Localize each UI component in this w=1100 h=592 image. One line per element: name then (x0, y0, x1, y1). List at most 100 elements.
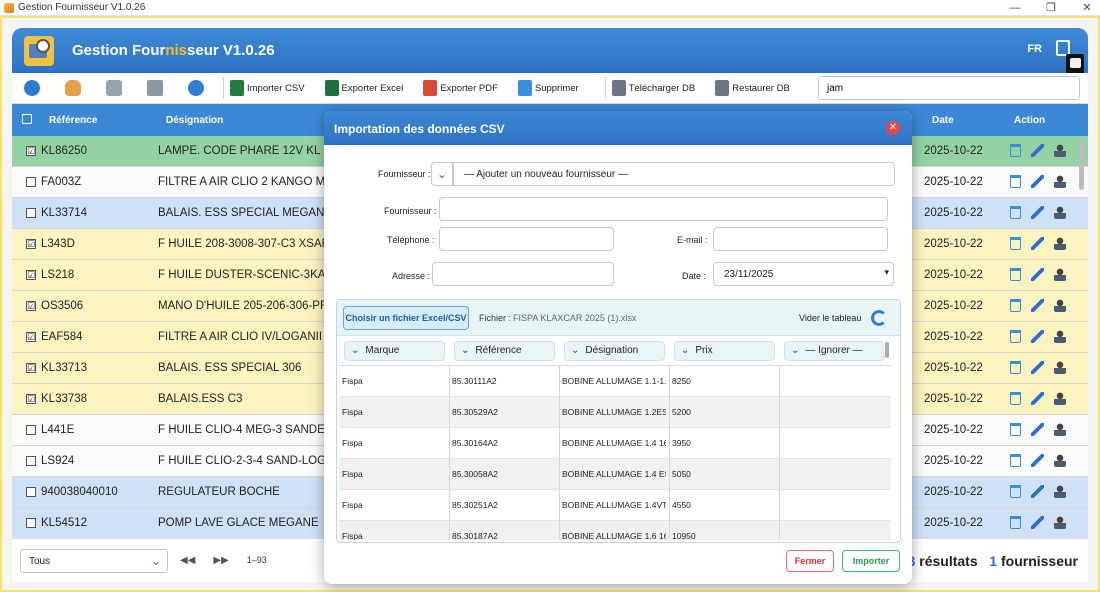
edit-icon[interactable] (1031, 423, 1044, 436)
dots-icon[interactable] (1069, 58, 1081, 68)
row-checkbox[interactable] (26, 518, 36, 528)
clear-table-button[interactable]: Vider le tableau (799, 313, 861, 323)
undo-icon[interactable] (106, 80, 122, 96)
delete-button[interactable]: Supprimer (517, 80, 579, 96)
supplier-select[interactable]: — Ajouter un nouveau fournisseur — (453, 162, 895, 186)
trash-icon[interactable] (1010, 423, 1021, 436)
user-icon[interactable] (1054, 392, 1066, 405)
next-page-button[interactable]: ▶▶ (213, 555, 228, 566)
column-mapping-select[interactable]: ⌄ Prix (674, 341, 775, 361)
col-reference[interactable]: Référence (49, 115, 97, 126)
restore-db-button[interactable]: Restaurer DB (715, 80, 790, 96)
row-checkbox[interactable] (26, 177, 36, 187)
user-icon[interactable] (1054, 516, 1066, 529)
app-header: Gestion Fournisseur V1.0.26 FR (12, 28, 1088, 73)
cancel-button[interactable]: Fermer (786, 550, 834, 572)
row-checkbox[interactable]: ☑ (26, 270, 36, 280)
select-all-checkbox[interactable] (22, 114, 32, 124)
import-csv-button[interactable]: Importer CSV (230, 80, 305, 96)
trash-icon[interactable] (1010, 361, 1021, 374)
user-icon[interactable] (1054, 175, 1066, 188)
close-dialog-button[interactable]: ✕ (886, 121, 900, 135)
email-input[interactable] (713, 227, 888, 251)
export-excel-button[interactable]: Exporter Excel (324, 80, 403, 96)
maximize-button[interactable]: ❐ (1044, 0, 1058, 16)
grid-scrollbar[interactable] (885, 342, 889, 358)
user-icon[interactable] (1054, 268, 1066, 281)
user-icon[interactable] (1054, 330, 1066, 343)
row-checkbox[interactable] (26, 425, 36, 435)
row-checkbox[interactable]: ☑ (26, 301, 36, 311)
download-db-button[interactable]: Télécharger DB (611, 80, 695, 96)
col-date[interactable]: Date (932, 115, 954, 126)
edit-icon[interactable] (1031, 299, 1044, 312)
refresh-icon[interactable] (871, 310, 887, 326)
row-checkbox[interactable] (26, 487, 36, 497)
supplier-name-input[interactable] (439, 197, 888, 221)
edit-icon[interactable] (1031, 268, 1044, 281)
edit-icon[interactable] (1031, 485, 1044, 498)
edit-icon[interactable] (1031, 237, 1044, 250)
trash-icon[interactable] (1010, 454, 1021, 467)
import-button[interactable]: Importer (842, 550, 900, 572)
table-scrollbar[interactable] (1079, 140, 1084, 190)
column-mapping-select[interactable]: ⌄ Désignation (564, 341, 665, 361)
user-icon[interactable] (1054, 237, 1066, 250)
row-checkbox[interactable]: ☑ (26, 239, 36, 249)
row-checkbox[interactable]: ☑ (26, 363, 36, 373)
row-checkbox[interactable]: ☑ (26, 146, 36, 156)
trash-icon[interactable] (1010, 237, 1021, 250)
column-mapping-select[interactable]: ⌄ Référence (454, 341, 555, 361)
filter-select[interactable]: Tous ⌄ (20, 549, 168, 573)
date-picker[interactable]: 23/11/2025 ▾ (713, 262, 894, 286)
add-icon[interactable] (24, 80, 40, 96)
minimize-button[interactable]: — (1008, 0, 1022, 16)
trash-icon[interactable] (1010, 392, 1021, 405)
edit-icon[interactable] (1031, 516, 1044, 529)
user-icon[interactable] (1054, 206, 1066, 219)
edit-icon[interactable] (1031, 144, 1044, 157)
row-checkbox[interactable] (26, 456, 36, 466)
user-icon[interactable] (1054, 144, 1066, 157)
trash-icon[interactable] (1010, 330, 1021, 343)
csv-cell: BOBINE ALLUMAGE 1.2ESS... (562, 407, 666, 417)
prev-page-button[interactable]: ◀◀ (180, 555, 195, 566)
edit-icon[interactable] (1031, 175, 1044, 188)
save-icon[interactable] (147, 80, 163, 96)
user-icon[interactable] (1054, 485, 1066, 498)
user-icon[interactable] (1054, 361, 1066, 374)
column-mapping-select[interactable]: ⌄ Marque (344, 341, 445, 361)
edit-icon[interactable] (1031, 454, 1044, 467)
trash-icon[interactable] (1010, 299, 1021, 312)
trash-icon[interactable] (1010, 175, 1021, 188)
search-input[interactable] (818, 76, 1080, 100)
row-checkbox[interactable]: ☑ (26, 332, 36, 342)
edit-icon[interactable] (1031, 361, 1044, 374)
trash-icon[interactable] (1010, 516, 1021, 529)
refresh-icon[interactable] (188, 80, 204, 96)
edit-icon[interactable] (1031, 330, 1044, 343)
row-checkbox[interactable]: ☑ (26, 394, 36, 404)
chevron-down-icon[interactable]: ⌄ (431, 162, 453, 186)
row-actions (1010, 237, 1066, 250)
export-pdf-button[interactable]: Exporter PDF (423, 80, 498, 96)
user-icon[interactable] (1054, 299, 1066, 312)
edit-icon[interactable] (1031, 206, 1044, 219)
trash-icon[interactable] (1010, 485, 1021, 498)
phone-input[interactable] (439, 227, 614, 251)
user-icon[interactable] (1054, 423, 1066, 436)
trash-icon[interactable] (1010, 206, 1021, 219)
edit-icon[interactable] (1031, 392, 1044, 405)
csv-cell: BOBINE ALLUMAGE 1.4 16... (562, 438, 666, 448)
trash-icon[interactable] (1010, 268, 1021, 281)
add-user-icon[interactable] (65, 80, 81, 96)
address-input[interactable] (432, 262, 614, 286)
col-designation[interactable]: Désignation (166, 115, 223, 126)
row-checkbox[interactable] (26, 208, 36, 218)
trash-icon[interactable] (1010, 144, 1021, 157)
column-mapping-select[interactable]: ⌄ — Ignorer — (784, 341, 884, 361)
user-icon[interactable] (1054, 454, 1066, 467)
choose-file-button[interactable]: Choisir un fichier Excel/CSV (343, 306, 469, 330)
close-window-button[interactable]: ✕ (1080, 0, 1094, 16)
language-button[interactable]: FR (1027, 43, 1042, 55)
